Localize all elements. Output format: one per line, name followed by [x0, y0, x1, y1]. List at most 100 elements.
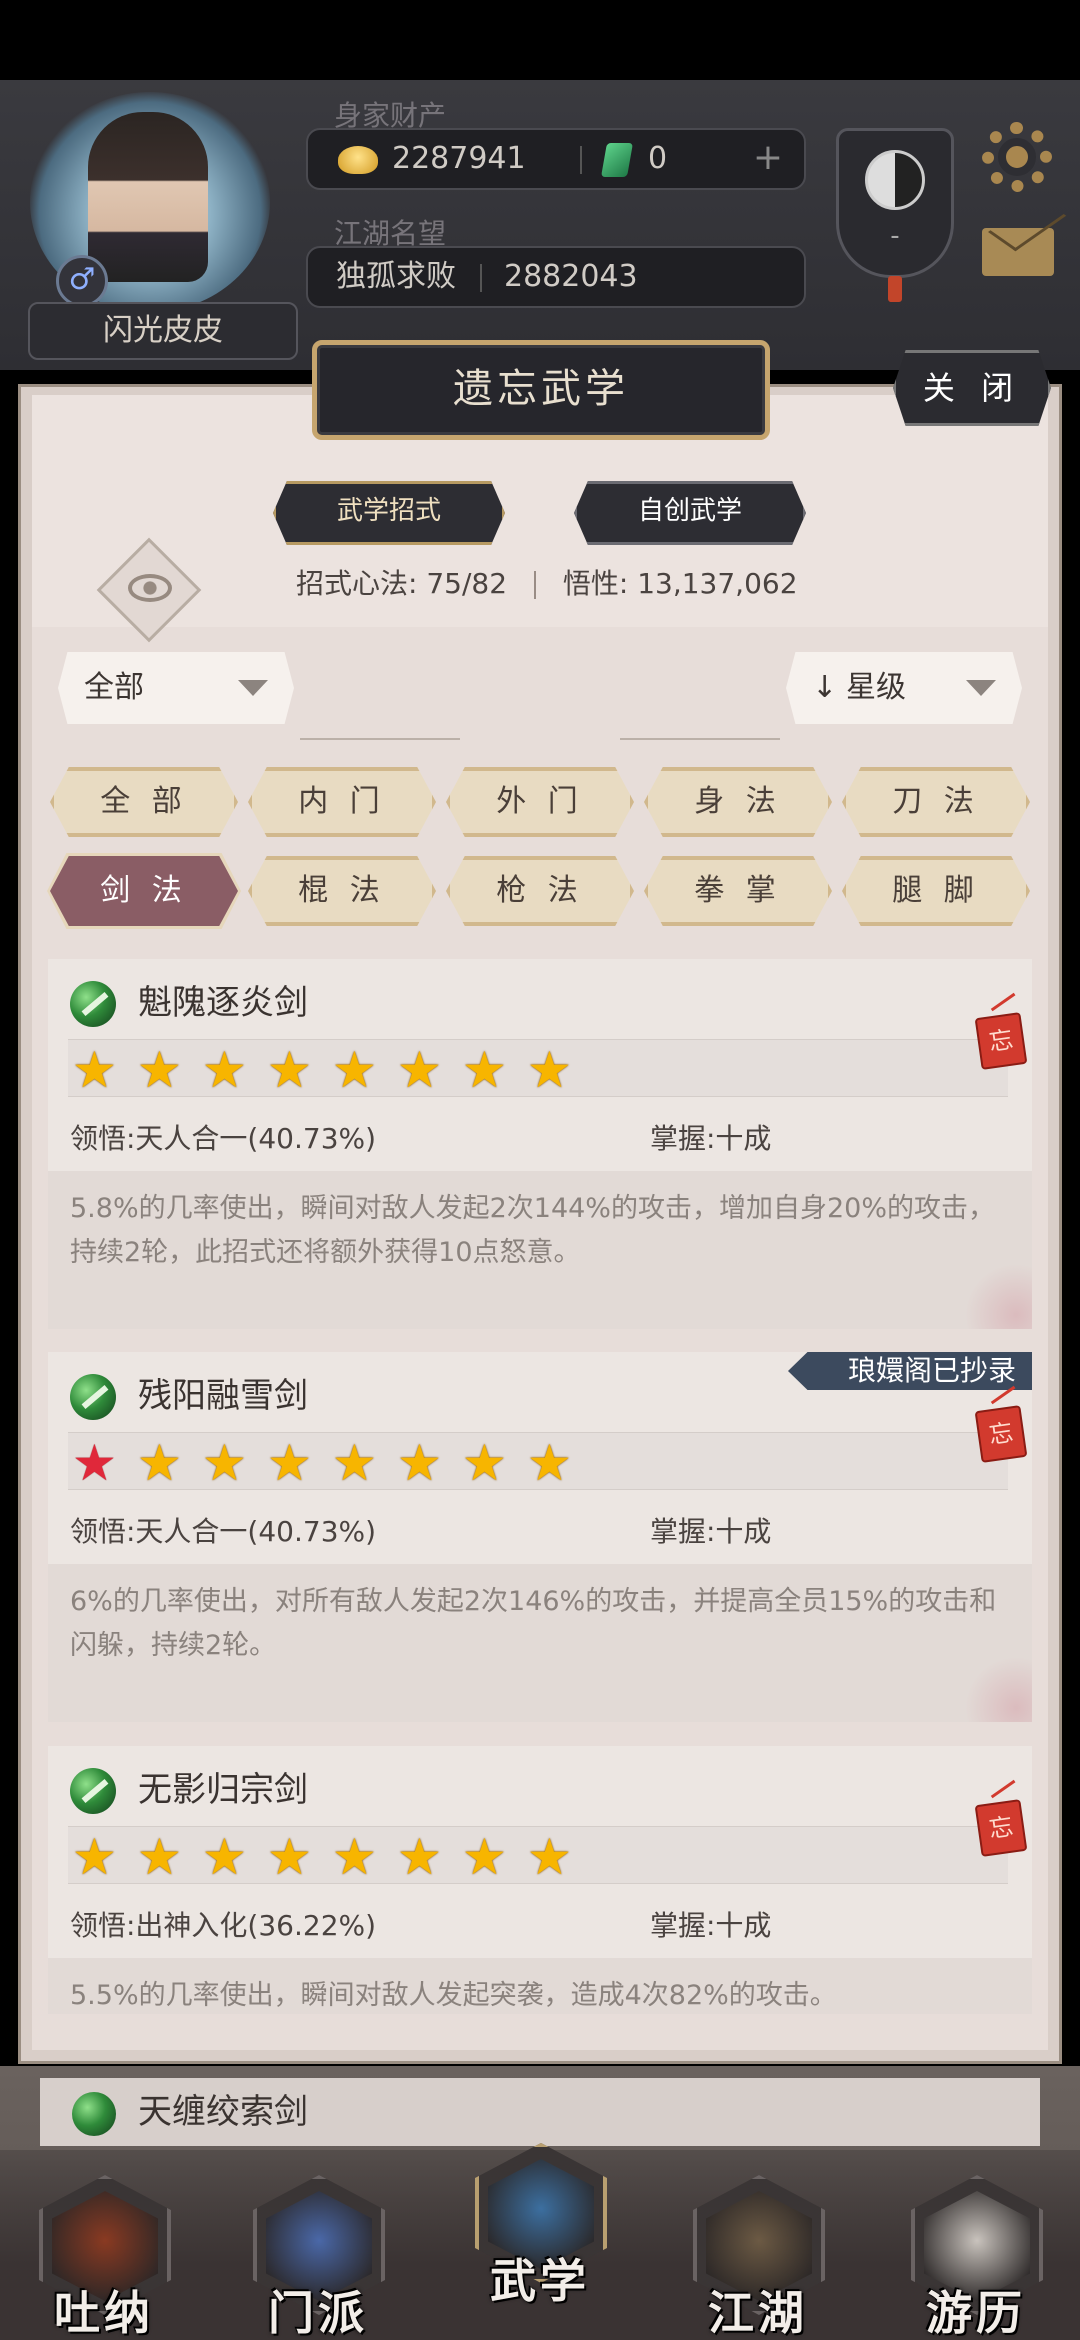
- sort-dropdown[interactable]: ↓ 星级: [786, 652, 1022, 724]
- category-fist[interactable]: 拳 掌: [644, 856, 832, 926]
- gold-star-icon: ★: [202, 1828, 247, 1886]
- chevron-down-icon: [238, 680, 268, 696]
- gold-star-icon: ★: [137, 1041, 182, 1099]
- taiji-emblem-button[interactable]: -: [836, 128, 954, 302]
- jade-amount: 0: [648, 141, 668, 176]
- nav-label: 游历: [926, 2286, 1026, 2340]
- skill-stats: 招式心法: 75/82 悟性: 13,137,062: [296, 562, 816, 606]
- gold-ingot-icon: [338, 146, 378, 174]
- insight-value: 13,137,062: [637, 567, 798, 600]
- nav-martial-arts[interactable]: 武学: [460, 2143, 620, 2340]
- eye-icon: [128, 574, 172, 602]
- mastery: 掌握:十成: [650, 1122, 772, 1155]
- tassel-icon: [888, 276, 902, 302]
- gold-amount: 2287941: [392, 141, 526, 176]
- nav-label: 吐纳: [54, 2286, 154, 2340]
- gold-star-icon: ★: [462, 1828, 507, 1886]
- ornament-divider: [620, 738, 780, 740]
- panel-title: 遗忘武学: [312, 340, 770, 440]
- comprehension: 领悟:出神入化(36.22%): [70, 1909, 377, 1942]
- forget-stamp-icon[interactable]: 忘: [974, 1012, 1028, 1070]
- sword-skill-icon: [70, 1768, 116, 1814]
- wealth-bar: 2287941 0 +: [306, 128, 806, 190]
- category-staff[interactable]: 棍 法: [248, 856, 436, 926]
- copied-ribbon: 琅嬛阁已抄录: [788, 1352, 1032, 1390]
- divider: [533, 571, 536, 599]
- category-movement[interactable]: 身 法: [644, 767, 832, 837]
- category-all[interactable]: 全 部: [50, 767, 238, 837]
- gold-star-icon: ★: [137, 1828, 182, 1886]
- sword-skill-icon: [70, 1374, 116, 1420]
- gold-star-icon: ★: [202, 1041, 247, 1099]
- tab-self-created[interactable]: 自创武学: [574, 481, 806, 545]
- chevron-down-icon: [966, 680, 996, 696]
- male-gender-icon: ♂: [56, 255, 108, 307]
- category-sword[interactable]: 剑 法: [50, 856, 238, 926]
- type-filter-value: 全部: [84, 670, 144, 705]
- type-filter-dropdown[interactable]: 全部: [58, 652, 294, 724]
- gold-star-icon: ★: [202, 1434, 247, 1492]
- divider: [480, 264, 482, 292]
- gear-icon-center: [998, 138, 1036, 176]
- nav-travel[interactable]: 游历: [896, 2175, 1056, 2340]
- mastery: 掌握:十成: [650, 1909, 772, 1942]
- nav-label: 武学: [490, 2254, 590, 2308]
- skill-name: 天缠绞索剑: [138, 2092, 308, 2132]
- category-inner[interactable]: 内 门: [248, 767, 436, 837]
- gold-star-icon: ★: [72, 1828, 117, 1886]
- nav-label: 门派: [268, 2286, 368, 2340]
- forget-stamp-icon[interactable]: 忘: [974, 1799, 1028, 1857]
- reputation-bar: 独孤求败 2882043: [306, 246, 806, 308]
- red-star-icon: ★: [72, 1434, 117, 1492]
- moves-label: 招式心法:: [296, 567, 418, 600]
- status-bar: [0, 0, 1080, 80]
- avatar[interactable]: ♂ 闪光皮皮: [18, 92, 298, 362]
- comprehension: 领悟:天人合一(40.73%): [70, 1122, 377, 1155]
- tab-martial-moves[interactable]: 武学招式: [273, 481, 505, 545]
- category-blade[interactable]: 刀 法: [842, 767, 1030, 837]
- gold-star-icon: ★: [527, 1434, 572, 1492]
- category-spear[interactable]: 枪 法: [446, 856, 634, 926]
- skill-name: 魁隗逐炎剑: [138, 983, 308, 1023]
- close-button[interactable]: 关 闭: [893, 350, 1051, 426]
- nav-jianghu[interactable]: 江湖: [678, 2175, 838, 2340]
- skill-name: 无影归宗剑: [138, 1770, 308, 1810]
- sort-arrow-icon: ↓: [812, 670, 838, 705]
- gold-star-icon: ★: [527, 1828, 572, 1886]
- gold-star-icon: ★: [137, 1434, 182, 1492]
- gold-star-icon: ★: [397, 1828, 442, 1886]
- gold-star-icon: ★: [527, 1041, 572, 1099]
- skill-name: 残阳融雪剑: [138, 1376, 308, 1416]
- skill-card[interactable]: 无影归宗剑 ★ ★ ★ ★ ★ ★ ★ ★ 领悟:出神入化(36.22%) 掌握:十成 5.5…: [48, 1746, 1032, 2014]
- divider: [580, 146, 582, 174]
- category-outer[interactable]: 外 门: [446, 767, 634, 837]
- gold-star-icon: ★: [462, 1041, 507, 1099]
- gold-star-icon: ★: [397, 1041, 442, 1099]
- forget-stamp-icon[interactable]: 忘: [974, 1405, 1028, 1463]
- sort-value: 星级: [846, 670, 906, 705]
- nav-label: 江湖: [708, 2286, 808, 2340]
- gold-star-icon: ★: [267, 1828, 312, 1886]
- star-rating: ★ ★ ★ ★ ★ ★ ★ ★: [68, 1432, 1008, 1490]
- star-rating: ★ ★ ★ ★ ★ ★ ★ ★: [68, 1039, 1008, 1097]
- gold-star-icon: ★: [332, 1434, 377, 1492]
- gold-star-icon: ★: [267, 1041, 312, 1099]
- skill-card[interactable]: 魁隗逐炎剑 ★ ★ ★ ★ ★ ★ ★ ★ 领悟:天人合一(40.73%) 掌握:十成 5.8…: [48, 959, 1032, 1329]
- nav-sect[interactable]: 门派: [238, 2175, 398, 2340]
- mail-icon[interactable]: [982, 228, 1054, 276]
- mastery: 掌握:十成: [650, 1515, 772, 1548]
- add-currency-button[interactable]: +: [748, 140, 788, 180]
- gold-star-icon: ★: [332, 1828, 377, 1886]
- skill-description: 5.8%的几率使出，瞬间对敌人发起2次144%的攻击，增加自身20%的攻击，持续…: [70, 1193, 995, 1268]
- gold-star-icon: ★: [397, 1434, 442, 1492]
- jade-icon: [601, 143, 633, 177]
- category-leg[interactable]: 腿 脚: [842, 856, 1030, 926]
- gold-star-icon: ★: [332, 1041, 377, 1099]
- reputation-value: 2882043: [504, 259, 638, 294]
- insight-label: 悟性:: [562, 567, 629, 600]
- gold-star-icon: ★: [267, 1434, 312, 1492]
- ornament-divider: [300, 738, 460, 740]
- nav-meditate[interactable]: 吐纳: [24, 2175, 184, 2340]
- gold-star-icon: ★: [462, 1434, 507, 1492]
- skill-card[interactable]: 琅嬛阁已抄录 残阳融雪剑 ★ ★ ★ ★ ★ ★ ★ ★ 领悟:天人合一(40.73%) 掌握…: [48, 1352, 1032, 1722]
